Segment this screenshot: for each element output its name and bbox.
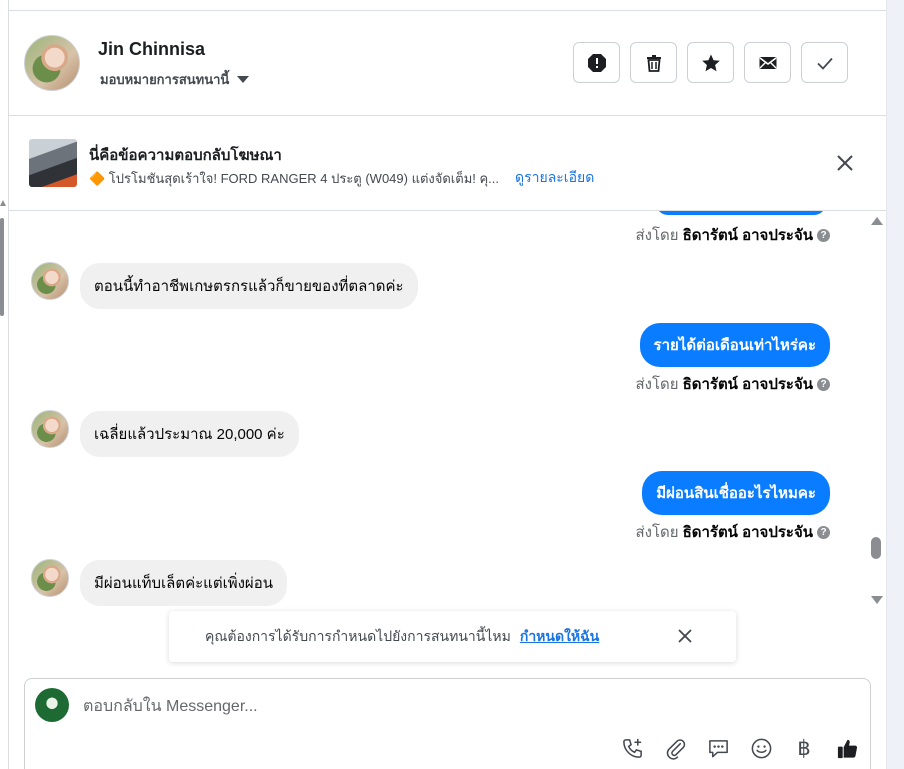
scroll-up-arrow[interactable] [871, 217, 883, 225]
scroll-down-arrow[interactable] [871, 596, 883, 604]
right-side-panel [886, 0, 904, 769]
close-icon[interactable] [677, 628, 693, 644]
ad-banner-title: นี่คือข้อความตอบกลับโฆษณา [89, 147, 282, 164]
messenger-inbox-panel: Jin Chinnisa มอบหมายการสนทนานี้ นี่คือข้… [0, 0, 904, 769]
page-avatar [35, 688, 69, 722]
ad-details-link[interactable]: ดูรายละเอียด [515, 167, 594, 189]
paperclip-icon [666, 738, 685, 760]
phone-add-icon [622, 738, 642, 758]
sent-by-label: ส่งโดย [635, 227, 679, 244]
composer-tools: ฿ [619, 735, 860, 761]
contact-avatar-small [31, 559, 69, 597]
info-icon[interactable]: ? [817, 228, 830, 242]
sent-by-meta: ส่งโดย ธิดารัตน์ อาจประจัน ? [635, 372, 830, 396]
message-list: ส่งโดย ธิดารัตน์ อาจประจัน ? ตอนนี้ทำอาช… [9, 211, 867, 606]
ad-banner-subtitle-row: 🔶 โปรโมชันสุดเร้าใจ! FORD RANGER 4 ประตู… [89, 167, 649, 189]
contact-avatar-small [31, 262, 69, 300]
sent-by-agent: ธิดารัตน์ อาจประจัน [682, 376, 813, 393]
message-scrollbar[interactable] [867, 211, 886, 606]
attach-button[interactable] [662, 735, 688, 761]
emoji-button[interactable] [748, 735, 774, 761]
baht-icon: ฿ [797, 736, 811, 760]
trash-icon [646, 54, 661, 72]
incoming-message: เฉลี่ยแล้วประมาณ 20,000 ค่ะ [80, 411, 299, 457]
conversation-header: Jin Chinnisa มอบหมายการสนทนานี้ [9, 11, 886, 116]
assign-conversation-dropdown[interactable]: มอบหมายการสนทนานี้ [100, 69, 250, 90]
check-icon [816, 57, 833, 70]
mark-unread-button[interactable] [744, 42, 791, 83]
like-button[interactable] [834, 735, 860, 761]
incoming-message: มีผ่อนแท็บเล็ตค่ะแต่เพิ่งผ่อน [80, 560, 287, 606]
mark-done-button[interactable] [801, 42, 848, 83]
header-actions [573, 42, 848, 83]
ad-reply-banner: นี่คือข้อความตอบกลับโฆษณา 🔶 โปรโมชันสุดเ… [9, 116, 886, 211]
sent-by-agent: ธิดารัตน์ อาจประจัน [682, 227, 813, 244]
ad-subtitle-text: 🔶 โปรโมชันสุดเร้าใจ! FORD RANGER 4 ประตู… [89, 170, 500, 186]
payment-button[interactable]: ฿ [791, 735, 817, 761]
emoji-icon [751, 738, 771, 758]
caret-down-icon [237, 76, 250, 83]
outgoing-message: มีผ่อนสินเชื่ออะไรไหมคะ [642, 471, 830, 515]
contact-avatar-small [31, 410, 69, 448]
sent-by-label: ส่งโดย [635, 376, 679, 393]
spam-icon [587, 53, 606, 72]
outgoing-message-partial [656, 211, 826, 215]
outgoing-message: รายได้ต่อเดือนเท่าไหร่คะ [639, 323, 830, 367]
thumbs-up-icon [837, 739, 857, 758]
left-scrollbar-thumb[interactable] [0, 218, 4, 316]
reply-composer: ฿ [24, 678, 871, 769]
sent-by-meta: ส่งโดย ธิดารัตน์ อาจประจัน ? [635, 223, 830, 247]
sent-by-label: ส่งโดย [635, 524, 679, 541]
incoming-message: ตอนนี้ทำอาชีพเกษตรกรแล้วก็ขายของที่ตลาดค… [80, 263, 418, 309]
call-button[interactable] [619, 735, 645, 761]
info-icon[interactable]: ? [817, 377, 830, 391]
info-icon[interactable]: ? [817, 525, 830, 539]
contact-name[interactable]: Jin Chinnisa [98, 39, 205, 60]
sent-by-meta: ส่งโดย ธิดารัตน์ อาจประจัน ? [635, 520, 830, 544]
left-scroll-up-arrow[interactable] [0, 200, 6, 206]
assign-label: มอบหมายการสนทนานี้ [100, 72, 230, 87]
top-divider [8, 0, 886, 11]
assign-prompt-text: คุณต้องการได้รับการกำหนดไปยังการสนทนานี้… [205, 627, 511, 644]
contact-avatar[interactable] [24, 35, 80, 91]
reply-input[interactable] [83, 694, 583, 720]
scrollbar-thumb[interactable] [871, 537, 881, 559]
star-button[interactable] [687, 42, 734, 83]
close-icon[interactable] [834, 152, 856, 174]
saved-replies-button[interactable] [705, 735, 731, 761]
assign-to-me-link[interactable]: กำหนดให้ฉัน [520, 626, 599, 648]
sent-by-agent: ธิดารัตน์ อาจประจัน [682, 524, 813, 541]
ad-thumbnail[interactable] [29, 139, 77, 187]
mark-spam-button[interactable] [573, 42, 620, 83]
delete-button[interactable] [630, 42, 677, 83]
assign-prompt-toast: คุณต้องการได้รับการกำหนดไปยังการสนทนานี้… [169, 611, 736, 662]
chat-bubble-icon [708, 739, 728, 757]
star-icon [701, 54, 720, 71]
envelope-icon [759, 56, 776, 69]
